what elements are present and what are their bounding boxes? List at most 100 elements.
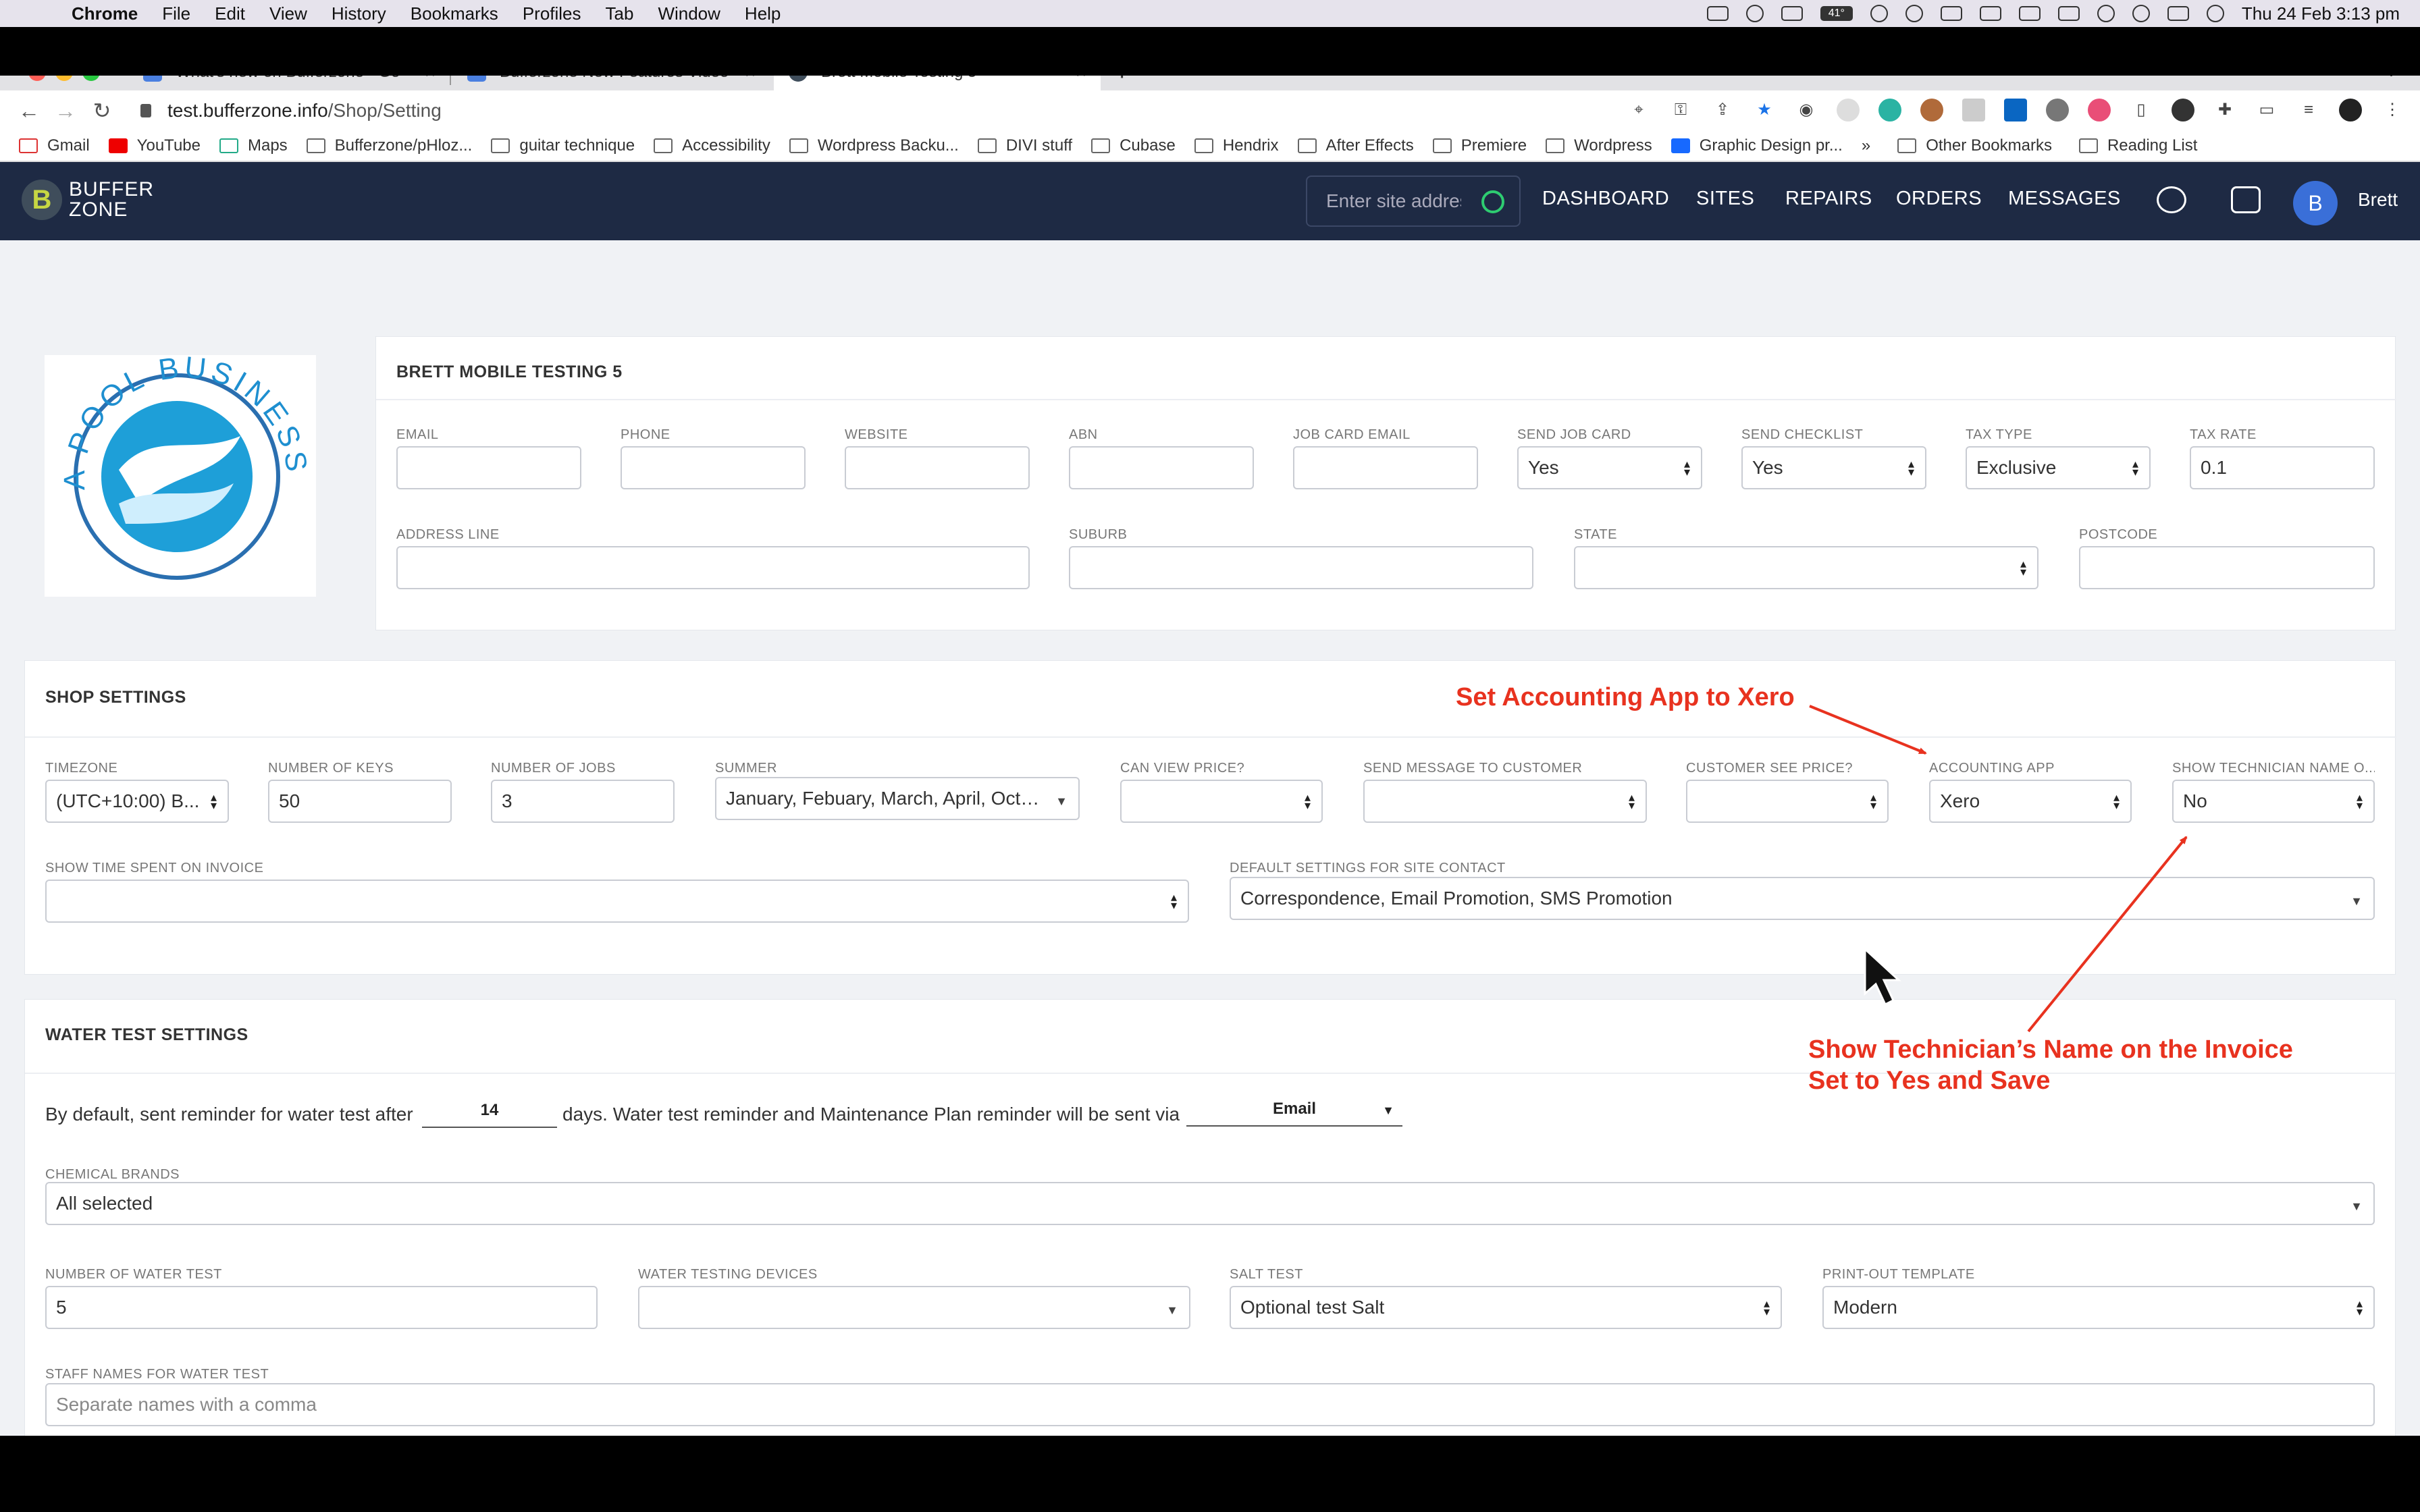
volume-icon[interactable] bbox=[1940, 6, 1962, 21]
bluetooth-icon[interactable] bbox=[1979, 6, 2001, 21]
state-select[interactable]: ▴ ▾ bbox=[1574, 546, 2038, 589]
menu-bookmarks[interactable]: Bookmarks bbox=[411, 3, 498, 24]
mobile-icon[interactable]: ▯ bbox=[2130, 99, 2153, 122]
print-out-template-select[interactable]: Modern ▴ ▾ bbox=[1822, 1286, 2375, 1329]
number-of-keys-field[interactable]: 50 bbox=[268, 780, 452, 823]
staff-names-field[interactable]: Separate names with a comma bbox=[45, 1383, 2375, 1426]
bookmark-graphic-design[interactable]: Graphic Design pr... bbox=[1671, 136, 1843, 155]
menu-view[interactable]: View bbox=[269, 3, 307, 24]
menubar-clock[interactable]: Thu 24 Feb 3:13 pm bbox=[2242, 3, 2400, 24]
summer-multiselect[interactable]: January, Febuary, March, April, Octo... ▼ bbox=[715, 777, 1080, 820]
wordpress-icon[interactable] bbox=[2046, 99, 2069, 122]
bookmark-folder-accessibility[interactable]: Accessibility bbox=[654, 136, 770, 155]
menu-profiles[interactable]: Profiles bbox=[523, 3, 581, 24]
job-card-email-field[interactable] bbox=[1293, 446, 1478, 489]
control-center-icon[interactable] bbox=[2167, 6, 2189, 21]
close-tab-icon[interactable]: × bbox=[1071, 76, 1091, 83]
nav-repairs[interactable]: REPAIRS bbox=[1785, 188, 1872, 210]
number-of-water-test-field[interactable]: 5 bbox=[45, 1286, 598, 1329]
tax-rate-field[interactable]: 0.1 bbox=[2190, 446, 2375, 489]
bookmark-folder-guitar[interactable]: guitar technique bbox=[491, 136, 635, 155]
search-icon[interactable] bbox=[1481, 190, 1504, 213]
tab-brett-mobile-testing[interactable]: Brett Mobile Testing 5 × bbox=[774, 76, 1101, 90]
timezone-select[interactable]: (UTC+10:00) B... ▴ ▾ bbox=[45, 780, 229, 823]
spotlight-search-icon[interactable] bbox=[2132, 5, 2150, 22]
siri-icon[interactable] bbox=[2206, 5, 2224, 22]
tax-type-select[interactable]: Exclusive ▴ ▾ bbox=[1966, 446, 2151, 489]
reading-list-icon[interactable]: ≡ bbox=[2297, 99, 2320, 122]
tab-whats-new[interactable]: What's new on Bufferzone - Go × bbox=[128, 76, 450, 90]
water-testing-devices-multiselect[interactable]: ▼ bbox=[638, 1286, 1190, 1329]
bookmarks-overflow-button[interactable]: » bbox=[1862, 136, 1870, 155]
show-technician-name-select[interactable]: No ▴ ▾ bbox=[2172, 780, 2375, 823]
extension-icon[interactable] bbox=[2088, 99, 2111, 122]
play-icon[interactable] bbox=[1905, 5, 1923, 22]
screen-record-icon[interactable] bbox=[1706, 6, 1729, 21]
puzzle-icon[interactable]: ✚ bbox=[2213, 99, 2236, 122]
send-message-select[interactable]: ▴ ▾ bbox=[1363, 780, 1647, 823]
nav-dashboard[interactable]: DASHBOARD bbox=[1542, 188, 1669, 210]
more-menu-icon[interactable]: ⋮ bbox=[2381, 99, 2404, 122]
number-of-jobs-field[interactable]: 3 bbox=[491, 780, 675, 823]
bookmark-maps[interactable]: Maps bbox=[219, 136, 288, 155]
nav-orders[interactable]: ORDERS bbox=[1896, 188, 1982, 210]
menu-tab[interactable]: Tab bbox=[606, 3, 634, 24]
minimize-window-button[interactable] bbox=[55, 76, 73, 81]
share-icon[interactable]: ⇪ bbox=[1711, 99, 1734, 122]
reminder-days-field[interactable]: 14 bbox=[422, 1097, 557, 1128]
profile-avatar-icon[interactable] bbox=[2339, 99, 2362, 122]
bookmark-folder-hendrix[interactable]: Hendrix bbox=[1194, 136, 1279, 155]
close-tab-icon[interactable]: × bbox=[740, 76, 760, 83]
close-tab-icon[interactable]: × bbox=[420, 76, 440, 83]
menu-chrome[interactable]: Chrome bbox=[72, 3, 138, 24]
extension-icon[interactable] bbox=[2172, 99, 2194, 122]
maximize-window-button[interactable] bbox=[82, 76, 100, 81]
salt-test-select[interactable]: Optional test Salt ▴ ▾ bbox=[1230, 1286, 1782, 1329]
extension-icon[interactable] bbox=[1920, 99, 1943, 122]
extension-icon[interactable] bbox=[1837, 99, 1860, 122]
bookmark-folder-after-effects[interactable]: After Effects bbox=[1297, 136, 1414, 155]
bookmark-reading-list[interactable]: Reading List bbox=[2078, 136, 2197, 155]
suburb-field[interactable] bbox=[1069, 546, 1533, 589]
camera-extension-icon[interactable]: ◉ bbox=[1795, 99, 1818, 122]
accounting-app-select[interactable]: Xero ▴ ▾ bbox=[1929, 780, 2132, 823]
nav-messages[interactable]: MESSAGES bbox=[2008, 188, 2121, 210]
chat-icon[interactable] bbox=[2231, 186, 2261, 213]
tab-search-chevron-icon[interactable]: ⌄ bbox=[2383, 76, 2400, 82]
address-line-field[interactable] bbox=[396, 546, 1030, 589]
bookmark-gmail[interactable]: Gmail bbox=[19, 136, 90, 155]
abn-field[interactable] bbox=[1069, 446, 1254, 489]
tab-new-features[interactable]: Bufferzone New Features Video × bbox=[452, 76, 770, 90]
user-name[interactable]: Brett bbox=[2358, 189, 2398, 211]
menu-file[interactable]: File bbox=[162, 3, 190, 24]
bookmark-other-bookmarks[interactable]: Other Bookmarks bbox=[1897, 136, 2052, 155]
url-field[interactable]: test.bufferzone.info/Shop/Setting bbox=[140, 100, 442, 122]
user-icon[interactable] bbox=[2097, 5, 2115, 22]
extension-icon[interactable] bbox=[1962, 99, 1985, 122]
chemical-brands-multiselect[interactable]: All selected ▼ bbox=[45, 1182, 2375, 1225]
menu-history[interactable]: History bbox=[332, 3, 386, 24]
sync-icon[interactable] bbox=[2157, 186, 2186, 213]
show-time-spent-select[interactable]: ▴ ▾ bbox=[45, 880, 1189, 923]
reminder-via-select[interactable]: Email ▼ bbox=[1186, 1096, 1402, 1127]
location-icon[interactable]: ⌖ bbox=[1627, 99, 1650, 122]
forward-arrow-icon[interactable]: → bbox=[47, 99, 84, 124]
bufferzone-logo[interactable]: B BUFFER ZONE bbox=[22, 180, 154, 220]
send-checklist-select[interactable]: Yes ▴ ▾ bbox=[1741, 446, 1926, 489]
bookmark-folder-wordpress-backup[interactable]: Wordpress Backu... bbox=[789, 136, 959, 155]
nav-sites[interactable]: SITES bbox=[1696, 188, 1754, 210]
menu-edit[interactable]: Edit bbox=[215, 3, 245, 24]
weather-badge[interactable]: 41° bbox=[1820, 6, 1853, 21]
bookmark-folder-wordpress[interactable]: Wordpress bbox=[1546, 136, 1652, 155]
bookmark-youtube[interactable]: YouTube bbox=[108, 136, 201, 155]
creative-cloud-icon[interactable] bbox=[1745, 5, 1764, 22]
reload-icon[interactable]: ↻ bbox=[84, 98, 120, 124]
can-view-price-select[interactable]: ▴ ▾ bbox=[1120, 780, 1323, 823]
avatar[interactable]: B bbox=[2293, 181, 2338, 225]
send-job-card-select[interactable]: Yes ▴ ▾ bbox=[1517, 446, 1702, 489]
battery-icon[interactable] bbox=[2018, 6, 2041, 21]
new-tab-button[interactable]: + bbox=[1114, 76, 1130, 87]
close-window-button[interactable] bbox=[28, 76, 46, 81]
customer-see-price-select[interactable]: ▴ ▾ bbox=[1686, 780, 1889, 823]
website-field[interactable] bbox=[845, 446, 1030, 489]
